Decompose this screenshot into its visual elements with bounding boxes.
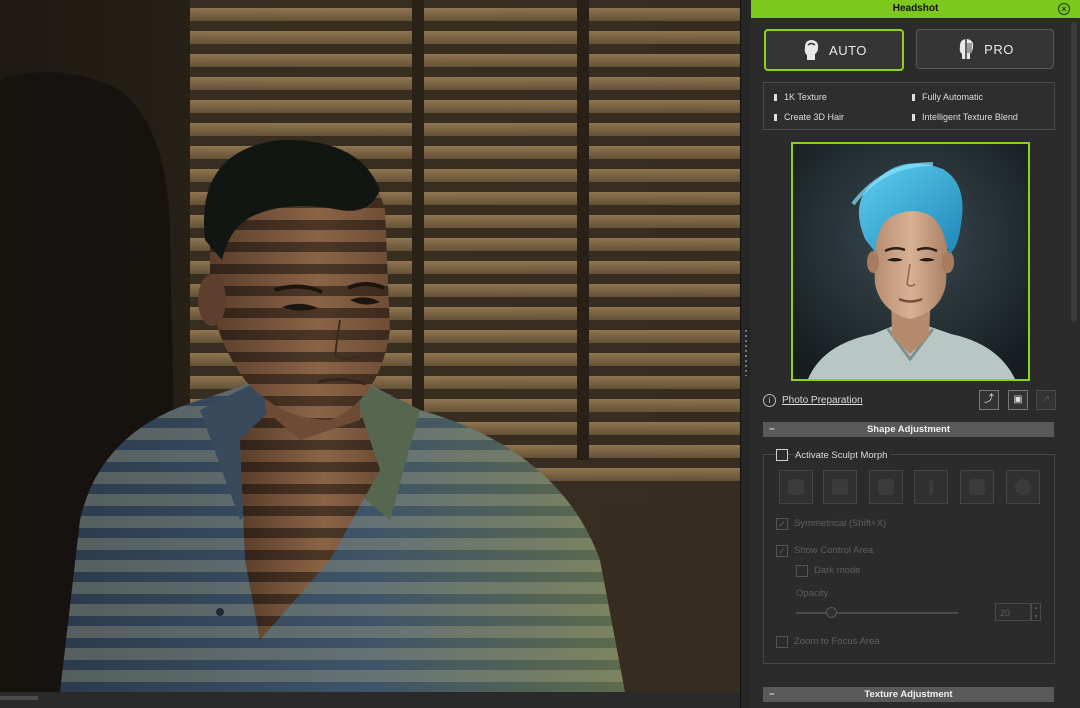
opacity-spinner-icon[interactable]: ▲ ▼ [1031,603,1041,621]
panel-titlebar[interactable]: Headshot × [751,0,1080,18]
texture-adjustment-title: Texture Adjustment [864,689,953,700]
collapse-icon[interactable]: − [769,422,775,437]
opacity-input[interactable]: 20 [995,603,1031,621]
blind-slat [190,54,740,67]
inflate-tool-icon[interactable] [960,470,994,504]
auto-mode-button[interactable]: AUTO [764,29,904,71]
blind-slat [190,123,740,136]
opacity-slider-thumb[interactable] [826,607,837,618]
headshot-panel: Headshot × AUTO PRO 1K Texture Fully Aut… [751,0,1080,708]
texture-adjustment-header[interactable]: − Texture Adjustment [763,687,1054,702]
feature-fully-automatic: Fully Automatic [912,92,983,102]
blind-slat [190,100,740,113]
shape-adjustment-header[interactable]: − Shape Adjustment [763,422,1054,437]
viewport-render [0,0,740,692]
export-icon[interactable]: ↗ [1036,390,1056,410]
save-icon[interactable]: ▣ [1008,390,1028,410]
show-control-area-label: Show Control Area [794,545,874,556]
move-tool-icon[interactable] [869,470,903,504]
shape-adjustment-title: Shape Adjustment [866,424,951,435]
collapse-icon[interactable]: − [769,687,775,702]
smooth-tool-icon[interactable] [823,470,857,504]
show-control-area-checkbox[interactable]: ✓ [776,545,788,557]
portrait-photo [793,144,1028,379]
splitter-grip-icon[interactable] [745,330,747,376]
symmetrical-label: Symmetrical (Shift+X) [794,518,887,529]
3d-viewport[interactable] [0,0,740,692]
activate-sculpt-morph-label: Activate Sculpt Morph [795,450,892,461]
viewport-status-strip [0,692,750,708]
dark-mode-label: Dark mode [814,565,861,576]
activate-sculpt-morph-checkbox[interactable] [776,449,788,461]
symmetrical-checkbox[interactable]: ✓ [776,518,788,530]
panel-title: Headshot [892,3,939,14]
head-profile-icon [959,39,974,59]
timeline-marker [0,696,38,700]
auto-mode-label: AUTO [829,42,867,58]
feature-1k-texture: 1K Texture [774,92,827,102]
opacity-slider-track[interactable] [796,612,958,614]
pro-mode-label: PRO [984,41,1014,57]
source-photo-preview[interactable] [791,142,1030,381]
head-silhouette-icon [804,40,819,60]
blind-slat [190,8,740,21]
brush-tool-icon[interactable] [779,470,813,504]
zoom-to-focus-checkbox[interactable] [776,636,788,648]
dark-mode-checkbox[interactable] [796,565,808,577]
pro-mode-button[interactable]: PRO [916,29,1054,69]
feature-intelligent-texture-blend: Intelligent Texture Blend [912,112,1018,122]
zoom-to-focus-label: Zoom to Focus Area [794,636,880,647]
close-icon[interactable]: × [1058,3,1070,15]
blind-slat [190,77,740,90]
panel-scrollbar[interactable] [1071,22,1077,322]
import-photo-icon[interactable]: ⤴ [979,390,999,410]
photo-preparation-link[interactable]: Photo Preparation [782,395,863,406]
feature-create-3d-hair: Create 3D Hair [774,112,844,122]
opacity-label: Opacity [796,588,829,599]
feature-list: 1K Texture Fully Automatic Create 3D Hai… [763,82,1055,130]
pinch-tool-icon[interactable] [914,470,948,504]
panel-splitter[interactable] [740,0,751,708]
undo-tool-icon[interactable] [1006,470,1040,504]
info-icon[interactable]: i [763,394,776,407]
blind-slat [190,31,740,44]
